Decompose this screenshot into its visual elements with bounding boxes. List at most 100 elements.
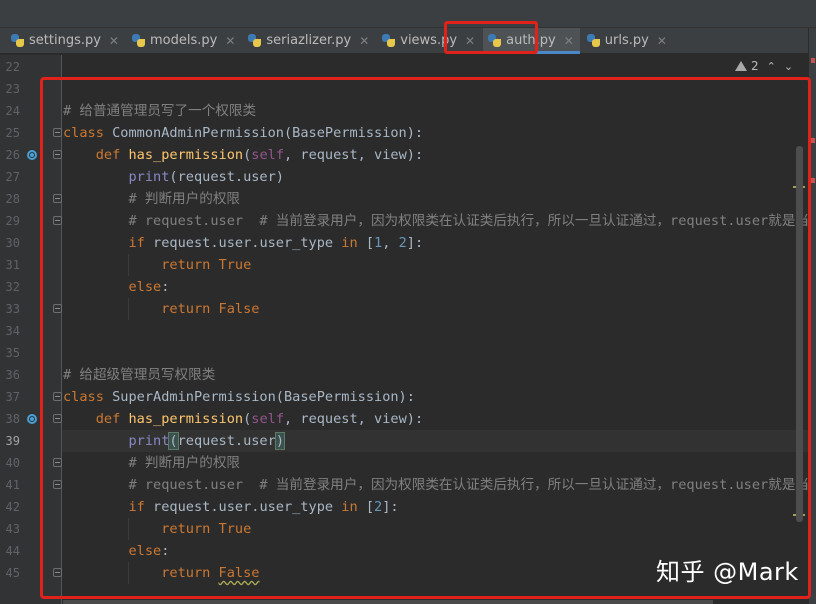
horizontal-scrollbar[interactable] bbox=[63, 600, 713, 604]
tab-label: views.py bbox=[400, 33, 458, 48]
base-class: (BasePermission): bbox=[283, 125, 424, 141]
line-number: 40 bbox=[5, 456, 20, 470]
code-line-32: else: bbox=[63, 276, 169, 298]
boolean: False bbox=[218, 301, 260, 317]
comment: # 判断用户的权限 bbox=[128, 191, 241, 207]
line-number-gutter: 22 23 24 25 26 27 28 29 30 31 32 33 34 3… bbox=[0, 55, 62, 604]
line-number: 24 bbox=[5, 104, 20, 118]
separator: , bbox=[382, 235, 399, 251]
python-file-icon bbox=[586, 33, 601, 48]
line-number: 35 bbox=[5, 346, 20, 360]
keyword: class bbox=[63, 125, 104, 141]
python-file-icon bbox=[487, 33, 502, 48]
keyword: if bbox=[128, 499, 145, 515]
fold-toggle-icon[interactable] bbox=[53, 216, 62, 225]
code-line-33: return False bbox=[63, 298, 259, 320]
tab-settings-py[interactable]: settings.py ✕ bbox=[6, 28, 125, 54]
keyword: return bbox=[161, 301, 211, 317]
code-editor[interactable]: 22 23 24 25 26 27 28 29 30 31 32 33 34 3… bbox=[0, 55, 808, 604]
code-line-25: class CommonAdminPermission(BasePermissi… bbox=[63, 122, 423, 144]
override-method-icon[interactable] bbox=[27, 150, 37, 160]
tab-views-py[interactable]: views.py ✕ bbox=[377, 28, 481, 54]
comment: # request.user # 当前登录用户，因为权限类在认证类后执行，所以一… bbox=[128, 213, 808, 229]
builtin: print bbox=[128, 433, 170, 449]
number: 1 bbox=[374, 235, 383, 251]
code-line-39: print(request.user) bbox=[63, 430, 286, 452]
code-line-36: # 给超级管理员写权限类 bbox=[63, 364, 215, 386]
fold-toggle-icon[interactable] bbox=[53, 480, 62, 489]
line-number: 23 bbox=[5, 82, 20, 96]
keyword: def bbox=[95, 411, 121, 427]
self-param: self bbox=[251, 147, 285, 163]
tab-models-py[interactable]: models.py ✕ bbox=[127, 28, 241, 54]
close-icon[interactable]: ✕ bbox=[359, 34, 369, 48]
code-line-31: return True bbox=[63, 254, 251, 276]
code-line-26: def has_permission(self, request, view): bbox=[95, 147, 424, 163]
line-number: 33 bbox=[5, 302, 20, 316]
close-icon[interactable]: ✕ bbox=[657, 34, 667, 48]
line-number: 41 bbox=[5, 478, 20, 492]
title-bar bbox=[0, 0, 816, 28]
class-name: SuperAdminPermission bbox=[112, 389, 276, 405]
tab-seriazlizer-py[interactable]: seriazlizer.py ✕ bbox=[243, 28, 375, 54]
tab-urls-py[interactable]: urls.py ✕ bbox=[582, 28, 673, 54]
self-param: self bbox=[251, 411, 285, 427]
keyword: if bbox=[128, 235, 145, 251]
chevron-up-icon[interactable]: ⌃ bbox=[767, 60, 776, 73]
fold-toggle-icon[interactable] bbox=[53, 128, 62, 137]
line-number-current: 39 bbox=[5, 434, 20, 448]
matched-bracket: ( bbox=[168, 432, 179, 450]
close-icon[interactable]: ✕ bbox=[564, 34, 574, 48]
fold-toggle-icon[interactable] bbox=[53, 150, 62, 159]
fold-toggle-icon[interactable] bbox=[53, 194, 62, 203]
keyword: in bbox=[341, 499, 358, 515]
bracket: [ bbox=[365, 235, 375, 251]
bracket: ]: bbox=[406, 235, 424, 251]
base-class: (BasePermission): bbox=[275, 389, 415, 405]
line-number: 45 bbox=[5, 566, 20, 580]
line-number: 22 bbox=[5, 60, 20, 74]
keyword: return bbox=[161, 521, 211, 537]
line-number: 36 bbox=[5, 368, 20, 382]
number: 2 bbox=[398, 235, 407, 251]
code-line-41: # request.user # 当前登录用户，因为权限类在认证类后执行，所以一… bbox=[63, 474, 808, 496]
keyword: class bbox=[63, 389, 104, 405]
tool-window-marker bbox=[811, 178, 815, 183]
fold-toggle-icon[interactable] bbox=[53, 414, 62, 423]
fold-toggle-icon[interactable] bbox=[53, 304, 62, 313]
chevron-down-icon[interactable]: ⌄ bbox=[784, 60, 793, 73]
python-file-icon bbox=[10, 33, 25, 48]
close-icon[interactable]: ✕ bbox=[465, 34, 475, 48]
code-line-24: # 给普通管理员写了一个权限类 bbox=[63, 100, 256, 122]
function-name: has_permission bbox=[128, 411, 244, 427]
code-line-45: return False bbox=[63, 562, 259, 584]
tab-auth-py[interactable]: auth.py ✕ bbox=[483, 27, 580, 54]
line-number: 31 bbox=[5, 258, 20, 272]
editor-tab-bar: settings.py ✕ models.py ✕ seriazlizer.py… bbox=[0, 27, 808, 54]
line-number: 25 bbox=[5, 126, 20, 140]
warning-count: 2 bbox=[751, 59, 759, 73]
tool-window-marker bbox=[811, 138, 815, 143]
code-line-28: # 判断用户的权限 bbox=[63, 188, 240, 210]
watermark: 知乎 @Mark bbox=[656, 558, 799, 586]
close-icon[interactable]: ✕ bbox=[225, 34, 235, 48]
fold-toggle-icon[interactable] bbox=[53, 568, 62, 577]
comment: # request.user # 当前登录用户，因为权限类在认证类后执行，所以一… bbox=[128, 477, 808, 493]
vertical-scrollbar[interactable] bbox=[796, 146, 803, 522]
fold-toggle-icon[interactable] bbox=[53, 392, 62, 401]
code-line-37: class SuperAdminPermission(BasePermissio… bbox=[63, 386, 415, 408]
fold-toggle-icon[interactable] bbox=[53, 458, 62, 467]
comment: # 给超级管理员写权限类 bbox=[63, 367, 216, 383]
args: request.user bbox=[177, 433, 276, 449]
line-number: 37 bbox=[5, 390, 20, 404]
line-number: 43 bbox=[5, 522, 20, 536]
warning-icon bbox=[735, 61, 747, 71]
tool-window-marker bbox=[811, 58, 815, 63]
inspection-widget[interactable]: 2 ⌃ ⌄ bbox=[735, 59, 793, 73]
args: (request.user) bbox=[169, 169, 284, 185]
close-icon[interactable]: ✕ bbox=[109, 34, 119, 48]
keyword: def bbox=[95, 147, 121, 163]
line-number: 34 bbox=[5, 324, 20, 338]
keyword: else bbox=[128, 543, 162, 559]
override-method-icon[interactable] bbox=[27, 414, 37, 424]
